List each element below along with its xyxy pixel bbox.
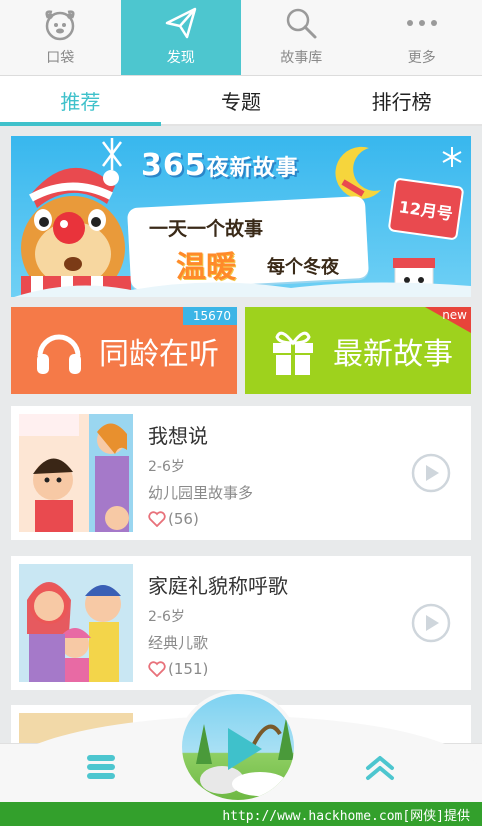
story-title: 家庭礼貌称呼歌 [148,574,288,598]
story-age: 2-6岁 [148,459,185,475]
tab-rankings[interactable]: 排行榜 [321,76,482,124]
tab-topics[interactable]: 专题 [161,76,322,124]
double-chevron-up-icon[interactable] [362,752,398,782]
issue-tag: 12月号 [387,177,465,241]
nav-item-label: 更多 [407,50,436,66]
pocket-mascot-icon [40,3,80,43]
menu-icon[interactable] [84,752,118,782]
heart-icon [148,511,166,527]
peers-listening-tile[interactable]: 同龄在听 15670 [11,307,237,394]
story-likes[interactable]: (56) [148,510,199,528]
play-icon[interactable] [411,603,451,643]
nav-item-label: 故事库 [280,50,323,66]
newest-stories-tile[interactable]: 最新故事 new [245,307,471,394]
new-badge: new [442,308,467,322]
nav-item-discover[interactable]: 发现 [120,0,241,75]
peers-listening-label: 同龄在听 [99,336,219,372]
nav-item-pocket[interactable]: 口袋 [0,0,121,75]
moon-illustration [335,146,381,199]
nav-item-library[interactable]: 故事库 [241,0,362,75]
story-age: 2-6岁 [148,609,185,625]
story-card[interactable]: 我想说 2-6岁 幼儿园里故事多 (56) [11,406,471,540]
newest-stories-label: 最新故事 [333,336,453,372]
nav-item-label: 发现 [166,50,195,66]
banner-line-1: 一天一个故事 [149,218,264,240]
likes-count: (151) [168,660,209,678]
watermark-text: http://www.hackhome.com[网侠]提供 [222,808,470,824]
gift-icon [263,321,323,381]
watermark-bar: http://www.hackhome.com[网侠]提供 [0,802,482,826]
now-playing-button[interactable] [178,690,298,804]
paper-plane-icon [161,3,201,43]
heart-icon [148,661,166,677]
search-icon [281,3,321,43]
snowflake-icon [442,147,462,167]
headphones-icon [29,321,89,381]
play-icon[interactable] [411,453,451,493]
likes-count: (56) [168,510,199,528]
story-title: 我想说 [148,424,208,448]
nav-item-label: 口袋 [46,50,75,66]
story-thumbnail [19,414,133,532]
tab-recommended[interactable]: 推荐 [0,76,161,126]
story-likes[interactable]: (151) [148,660,208,678]
play-icon [228,728,262,770]
listener-count-badge: 15670 [182,307,237,325]
top-nav: 口袋 发现 故事库 更多 [0,0,482,76]
story-card[interactable]: 家庭礼貌称呼歌 2-6岁 经典儿歌 (151) [11,556,471,690]
more-dots-icon [402,3,442,43]
sub-tabs: 推荐 专题 排行榜 [0,76,482,126]
story-description: 幼儿园里故事多 [148,484,254,502]
banner-headline: 365夜新故事 [141,148,299,183]
story-thumbnail [19,564,133,682]
nav-item-more[interactable]: 更多 [362,0,482,75]
story-description: 经典儿歌 [148,634,209,652]
snow-ground [14,282,471,297]
promo-banner[interactable]: 365夜新故事 一天一个故事 温暖 每个冬夜 12月号 [11,136,471,297]
reindeer-mascot-illustration [21,138,131,297]
